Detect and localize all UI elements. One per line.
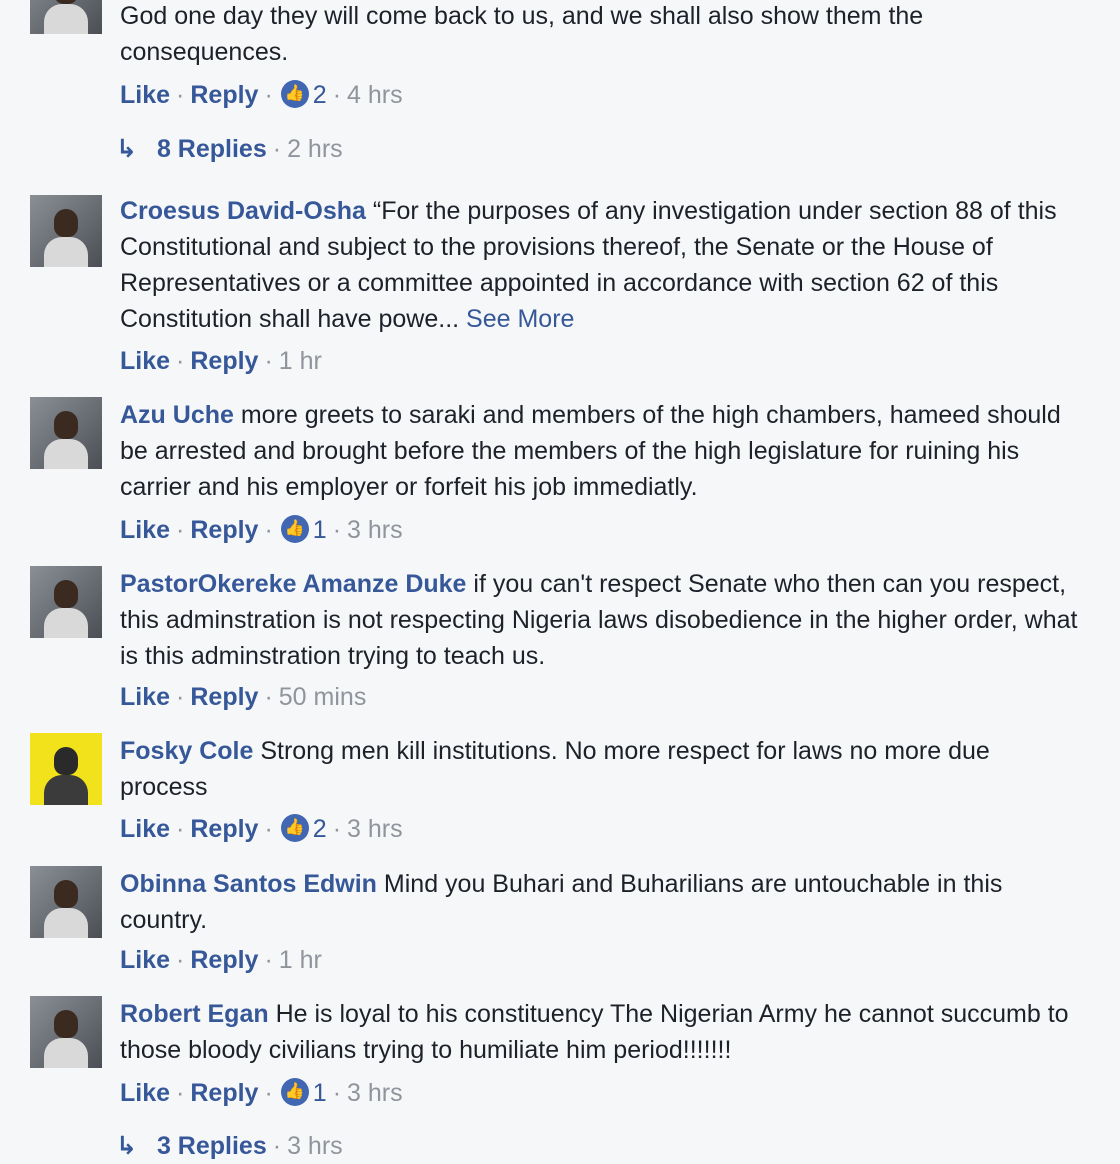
like-link[interactable]: Like — [120, 946, 170, 974]
like-link[interactable]: Like — [120, 81, 170, 109]
replies-link[interactable]: ↳ 3 Replies · 3 hrs — [116, 1128, 343, 1164]
avatar[interactable] — [30, 397, 102, 469]
comment-author[interactable]: PastorOkereke Amanze Duke — [120, 570, 466, 598]
comment-actions: Like · Reply · 👍 2 · 4 hrs — [120, 80, 403, 109]
reply-arrow-icon: ↳ — [116, 135, 137, 163]
comment-text: Azu Uche more greets to saraki and membe… — [120, 401, 1061, 501]
comment-author[interactable]: Croesus David-Osha — [120, 197, 366, 225]
avatar[interactable] — [30, 996, 102, 1068]
comment-text: God one day they will come back to us, a… — [120, 2, 924, 66]
comment-author[interactable]: Azu Uche — [120, 401, 234, 429]
avatar[interactable] — [30, 866, 102, 938]
comment-author[interactable]: Obinna Santos Edwin — [120, 870, 377, 898]
comment-actions: Like · Reply · 👍 1 · 3 hrs — [120, 1078, 403, 1107]
comment-text: Robert Egan He is loyal to his constitue… — [120, 1000, 1069, 1064]
timestamp[interactable]: 4 hrs — [347, 81, 403, 109]
comment-author[interactable]: Robert Egan — [120, 1000, 269, 1028]
thumbs-up-icon[interactable]: 👍 — [280, 814, 309, 843]
comment-actions: Like · Reply · 1 hr — [120, 347, 322, 375]
like-link[interactable]: Like — [120, 347, 170, 375]
comment-text: Fosky Cole Strong men kill institutions.… — [120, 737, 990, 801]
like-link[interactable]: Like — [120, 815, 170, 843]
like-count[interactable]: 1 — [313, 516, 327, 544]
comment-text: PastorOkereke Amanze Duke if you can't r… — [120, 570, 1078, 670]
reply-arrow-icon: ↳ — [116, 1132, 137, 1160]
timestamp[interactable]: 3 hrs — [347, 815, 403, 843]
reply-link[interactable]: Reply — [190, 946, 258, 974]
reply-link[interactable]: Reply — [190, 1079, 258, 1107]
comment-author[interactable]: Fosky Cole — [120, 737, 253, 765]
like-link[interactable]: Like — [120, 683, 170, 711]
see-more-link[interactable]: See More — [466, 305, 574, 333]
timestamp[interactable]: 1 hr — [279, 347, 322, 375]
reply-link[interactable]: Reply — [190, 81, 258, 109]
like-count[interactable]: 2 — [313, 815, 327, 843]
timestamp[interactable]: 1 hr — [279, 946, 322, 974]
reply-link[interactable]: Reply — [190, 683, 258, 711]
like-link[interactable]: Like — [120, 1079, 170, 1107]
comment-actions: Like · Reply · 👍 1 · 3 hrs — [120, 515, 403, 544]
replies-link[interactable]: ↳ 8 Replies · 2 hrs — [116, 131, 343, 167]
reply-link[interactable]: Reply — [190, 347, 258, 375]
reply-link[interactable]: Reply — [190, 815, 258, 843]
comment-text: Croesus David-Osha “For the purposes of … — [120, 197, 1057, 333]
avatar[interactable] — [30, 0, 102, 34]
avatar[interactable] — [30, 195, 102, 267]
comment-text: Obinna Santos Edwin Mind you Buhari and … — [120, 870, 1003, 934]
like-count[interactable]: 2 — [313, 81, 327, 109]
like-link[interactable]: Like — [120, 516, 170, 544]
reply-link[interactable]: Reply — [190, 516, 258, 544]
like-count[interactable]: 1 — [313, 1079, 327, 1107]
timestamp[interactable]: 3 hrs — [347, 516, 403, 544]
comment-actions: Like · Reply · 1 hr — [120, 946, 322, 974]
timestamp[interactable]: 50 mins — [279, 683, 367, 711]
comment-actions: Like · Reply · 👍 2 · 3 hrs — [120, 814, 403, 843]
avatar[interactable] — [30, 566, 102, 638]
avatar[interactable] — [30, 733, 102, 805]
timestamp[interactable]: 3 hrs — [347, 1079, 403, 1107]
thumbs-up-icon[interactable]: 👍 — [280, 515, 309, 544]
comment-actions: Like · Reply · 50 mins — [120, 683, 367, 711]
thumbs-up-icon[interactable]: 👍 — [280, 1078, 309, 1107]
thumbs-up-icon[interactable]: 👍 — [280, 80, 309, 109]
